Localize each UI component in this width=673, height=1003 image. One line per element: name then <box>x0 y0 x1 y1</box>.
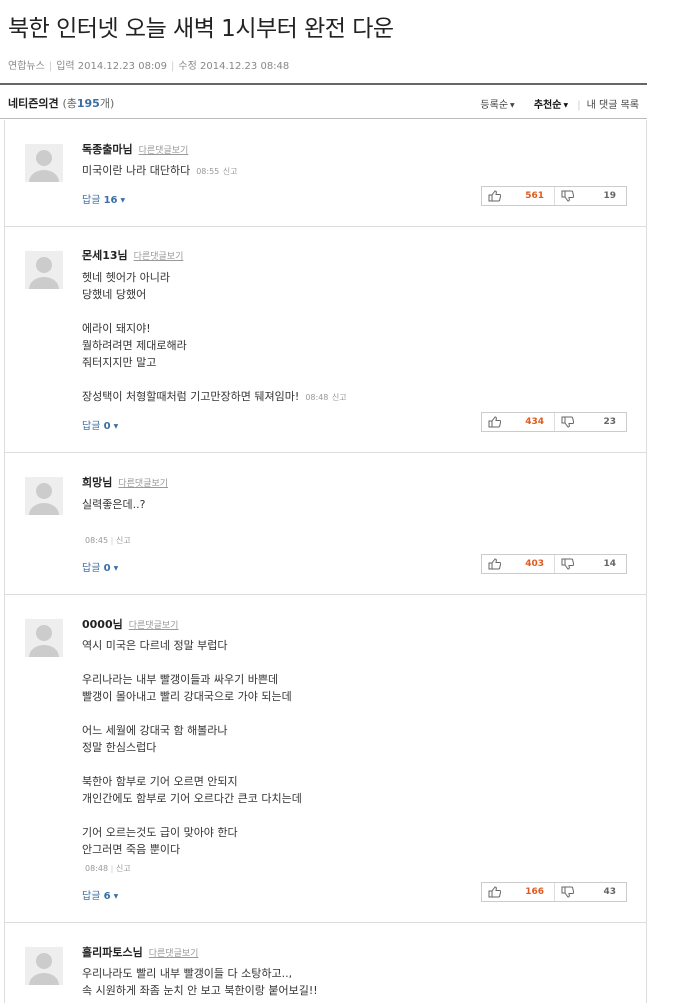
thumbs-up-icon <box>488 416 501 428</box>
comment-item: 홀리파토스님 다른댓글보기 우리나라도 빨리 내부 빨갱이들 다 소탕하고.., … <box>5 923 646 1003</box>
comment-text: 역시 미국은 다르네 정말 부럽다 우리나라는 내부 빨갱이들과 싸우기 바쁜데… <box>82 639 302 856</box>
downvote-button[interactable]: 43 <box>555 883 626 901</box>
downvote-count: 43 <box>603 887 616 897</box>
comment-text: 헷네 헷어가 아니라 당했네 당했어 에라이 돼지야! 뭘하려려면 제대로해라 … <box>82 271 347 403</box>
upvote-count: 403 <box>525 559 544 569</box>
thumbs-up-icon <box>488 558 501 570</box>
upvote-button[interactable]: 166 <box>482 883 555 901</box>
vote-box: 166 43 <box>481 882 627 902</box>
article-source[interactable]: 연합뉴스 <box>8 61 45 72</box>
article-title: 북한 인터넷 오늘 새벽 1시부터 완전 다운 <box>8 16 394 42</box>
thumbs-up-icon <box>488 190 501 202</box>
comment-author[interactable]: 몬세13님 다른댓글보기 <box>82 247 183 263</box>
chevron-down-icon: ▼ <box>113 892 119 900</box>
comment-count: 195 <box>76 97 100 110</box>
comment-item: 몬세13님 다른댓글보기 헷네 헷어가 아니라 당했네 당했어 에라이 돼지야! … <box>5 227 646 453</box>
comment-author[interactable]: 홀리파토스님 다른댓글보기 <box>82 944 198 960</box>
chevron-down-icon: ▼ <box>113 564 119 572</box>
comment-text: 실력좋은데..? <box>82 498 146 511</box>
sort-by-recommend-button[interactable]: 추천순 ▼ <box>526 100 568 111</box>
report-link[interactable]: 신고 <box>223 167 238 176</box>
other-comments-link[interactable]: 다른댓글보기 <box>149 949 199 959</box>
thumbs-up-icon <box>488 886 501 898</box>
upvote-count: 166 <box>525 887 544 897</box>
comment-author[interactable]: 0000님 다른댓글보기 <box>82 616 178 632</box>
vote-box: 403 14 <box>481 554 627 574</box>
input-label: 입력 <box>56 61 75 72</box>
other-comments-link[interactable]: 다른댓글보기 <box>139 146 189 156</box>
article-meta: 연합뉴스 | 입력 2014.12.23 08:09 | 수정 2014.12.23 0… <box>8 61 290 72</box>
reply-toggle[interactable]: 답글 0 ▼ <box>82 417 118 432</box>
reply-toggle[interactable]: 답글 6 ▼ <box>82 887 118 902</box>
vote-box: 434 23 <box>481 412 627 432</box>
comment-text: 미국이란 나라 대단하다 08:55 신고 <box>82 164 238 177</box>
downvote-button[interactable]: 19 <box>555 187 626 205</box>
other-comments-link[interactable]: 다른댓글보기 <box>118 479 168 489</box>
upvote-count: 434 <box>525 417 544 427</box>
comment-text: 우리나라도 빨리 내부 빨갱이들 다 소탕하고.., 속 시원하게 좌좀 눈치 … <box>82 967 318 997</box>
comment-time: 08:48 <box>305 393 329 402</box>
comment-list: 독종출마님 다른댓글보기 미국이란 나라 대단하다 08:55 신고 답글 16 ▼ … <box>4 120 647 1003</box>
edit-time: 2014.12.23 08:48 <box>200 61 290 72</box>
comment-author[interactable]: 희망님 다른댓글보기 <box>82 474 168 490</box>
comments-bar: 네티즌의견 (총195개) 등록순 ▼ 추천순 ▼ | 내 댓글 목록 <box>0 85 647 119</box>
comments-label: 네티즌의견 (총195개) <box>8 97 115 110</box>
thumbs-down-icon <box>561 886 574 898</box>
sort-options: 등록순 ▼ 추천순 ▼ | 내 댓글 목록 <box>464 96 639 111</box>
chevron-down-icon: ▼ <box>113 422 119 430</box>
upvote-button[interactable]: 434 <box>482 413 555 431</box>
comment-author[interactable]: 독종출마님 다른댓글보기 <box>82 141 188 157</box>
upvote-button[interactable]: 561 <box>482 187 555 205</box>
thumbs-down-icon <box>561 416 574 428</box>
upvote-count: 561 <box>525 191 544 201</box>
edit-label: 수정 <box>178 61 197 72</box>
reply-toggle[interactable]: 답글 0 ▼ <box>82 559 118 574</box>
thumbs-down-icon <box>561 558 574 570</box>
downvote-count: 19 <box>603 191 616 201</box>
reply-toggle[interactable]: 답글 16 ▼ <box>82 191 125 206</box>
comment-item: 독종출마님 다른댓글보기 미국이란 나라 대단하다 08:55 신고 답글 16 ▼ … <box>5 120 646 227</box>
comment-time: 08:45 <box>85 536 109 545</box>
comment-time: 08:48 <box>85 864 109 873</box>
comment-item: 0000님 다른댓글보기 역시 미국은 다르네 정말 부럽다 우리나라는 내부 빨… <box>5 595 646 923</box>
report-link[interactable]: 신고 <box>116 536 131 545</box>
chevron-down-icon: ▼ <box>510 101 515 109</box>
thumbs-down-icon <box>561 190 574 202</box>
upvote-button[interactable]: 403 <box>482 555 555 573</box>
chevron-down-icon: ▼ <box>120 196 126 204</box>
downvote-button[interactable]: 23 <box>555 413 626 431</box>
other-comments-link[interactable]: 다른댓글보기 <box>134 252 184 262</box>
comment-timestamp-line: 08:45 | 신고 <box>85 536 131 545</box>
other-comments-link[interactable]: 다른댓글보기 <box>129 621 179 631</box>
avatar <box>25 144 63 182</box>
chevron-down-icon: ▼ <box>563 101 569 109</box>
downvote-count: 23 <box>603 417 616 427</box>
sort-by-date-button[interactable]: 등록순 ▼ <box>472 100 514 111</box>
avatar <box>25 619 63 657</box>
comment-timestamp-line: 08:48 | 신고 <box>85 864 131 873</box>
avatar <box>25 251 63 289</box>
report-link[interactable]: 신고 <box>332 393 347 402</box>
my-comments-link[interactable]: 내 댓글 목록 <box>587 100 639 111</box>
report-link[interactable]: 신고 <box>116 864 131 873</box>
avatar <box>25 947 63 985</box>
comment-item: 희망님 다른댓글보기 실력좋은데..? 08:45 | 신고 답글 0 ▼ 403 … <box>5 453 646 595</box>
vote-box: 561 19 <box>481 186 627 206</box>
downvote-button[interactable]: 14 <box>555 555 626 573</box>
avatar <box>25 477 63 515</box>
input-time: 2014.12.23 08:09 <box>77 61 168 72</box>
comment-time: 08:55 <box>196 167 220 176</box>
downvote-count: 14 <box>603 559 616 569</box>
